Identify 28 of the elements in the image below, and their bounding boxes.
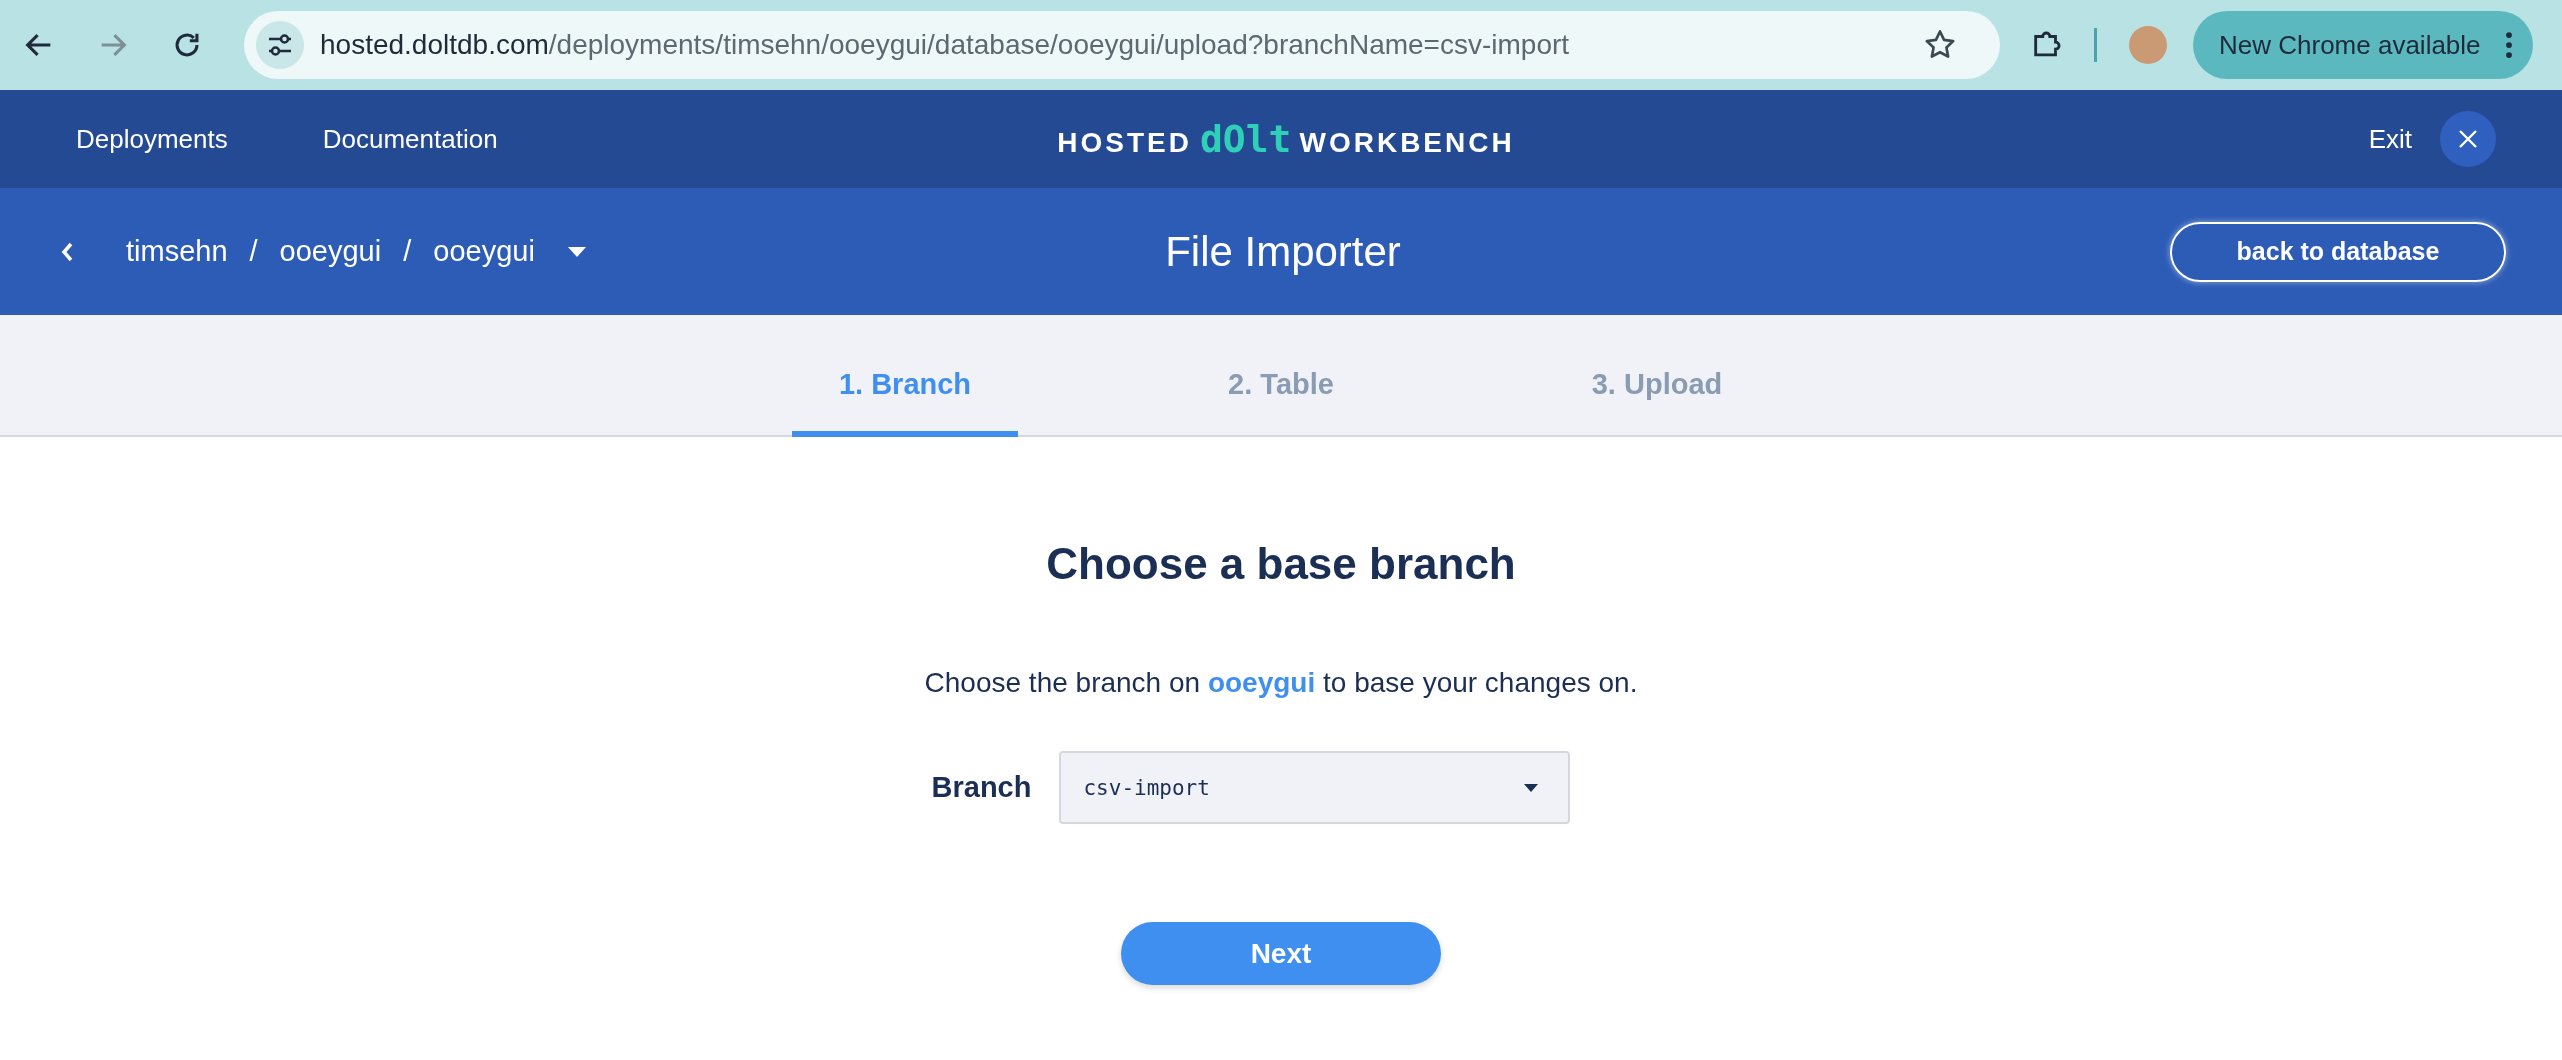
nav-link[interactable]: Documentation	[322, 123, 498, 155]
breadcrumb-link[interactable]: ooeygui	[433, 235, 535, 268]
close-icon[interactable]	[2440, 111, 2496, 167]
more-icon[interactable]	[2505, 30, 2513, 60]
logo-text: dOlt	[1200, 117, 1292, 161]
breadcrumb-link[interactable]: timsehn	[126, 235, 228, 268]
url-text: hosted.doltdb.com/deployments/timsehn/ooeygui/database/ooeygui/upload?branchName=csv-import	[320, 29, 1571, 61]
address-bar[interactable]: hosted.doltdb.com/deployments/timsehn/ooeygui/database/ooeygui/upload?branchName=csv-import	[244, 11, 2000, 79]
caret-icon	[1524, 783, 1539, 792]
update-button[interactable]: New Chrome available	[2193, 11, 2533, 79]
breadcrumb-link[interactable]: ooeygui	[279, 235, 382, 268]
logo-text: HOSTED	[1057, 127, 1192, 159]
heading: Choose a base branch	[1046, 539, 1516, 589]
site-settings-icon[interactable]	[256, 21, 304, 69]
description-text: Choose the branch on ooeygui to base your changes on.	[924, 667, 1638, 699]
caret-icon[interactable]	[566, 245, 587, 258]
nav-link[interactable]: Deployments	[76, 123, 228, 155]
field-label: Branch	[931, 771, 1032, 804]
database-link[interactable]: ooeygui	[1207, 667, 1316, 698]
branch-select[interactable]: csv-import	[1059, 751, 1571, 824]
back-to-database-button[interactable]: back to database	[2170, 221, 2506, 282]
page-title: File Importer	[1165, 227, 1401, 276]
chevron-left-icon[interactable]	[60, 240, 74, 263]
breadcrumb-separator: /	[403, 235, 412, 268]
next-button[interactable]: Next	[1121, 922, 1441, 985]
breadcrumb-separator: /	[249, 235, 258, 268]
exit-link[interactable]: Exit	[2368, 123, 2412, 155]
logo-text: WORKBENCH	[1299, 127, 1515, 159]
